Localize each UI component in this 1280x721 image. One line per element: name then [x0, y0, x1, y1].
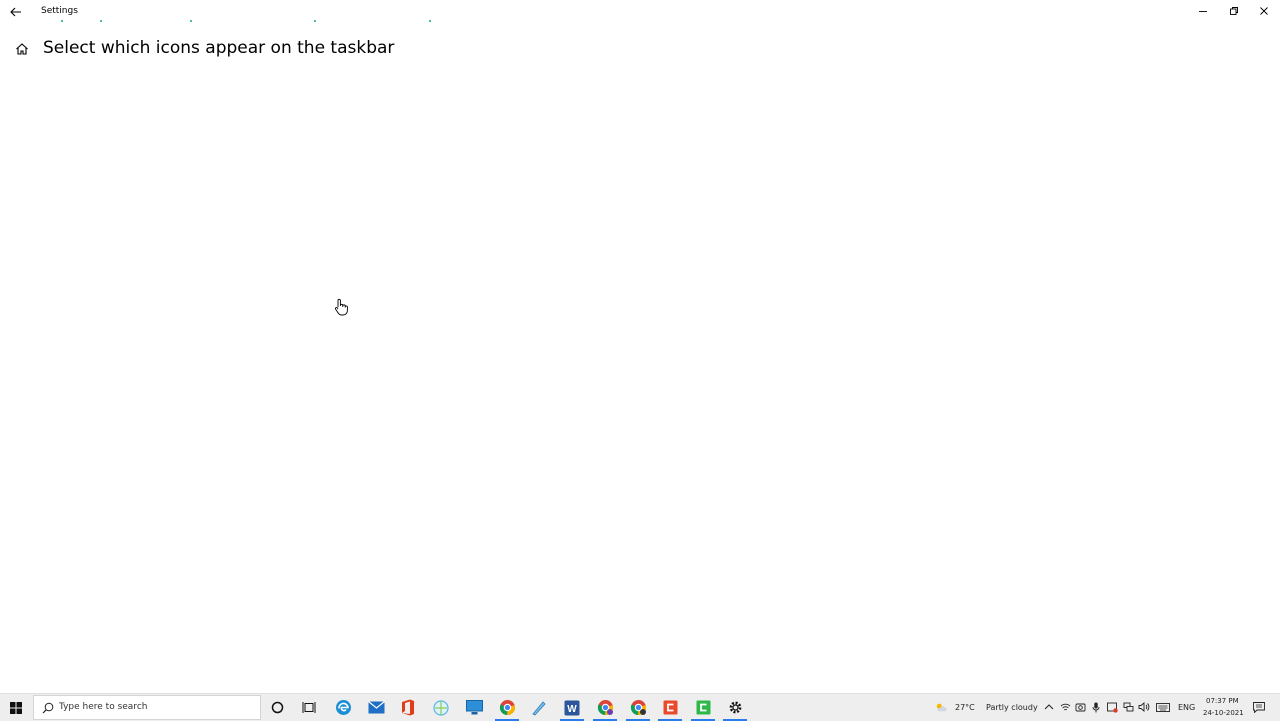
clock-date[interactable]: 24-10-2021	[1203, 709, 1244, 717]
mail-icon	[367, 701, 385, 714]
task-view-icon	[302, 702, 316, 713]
task-view-button[interactable]	[296, 696, 322, 719]
cortana-icon	[271, 701, 283, 714]
ethernet-tray-button[interactable]	[1122, 701, 1134, 713]
page-header: Select which icons appear on the taskbar	[0, 34, 800, 64]
home-icon	[16, 43, 28, 55]
browser-icon	[433, 699, 449, 716]
shield-warning-icon	[1106, 702, 1118, 713]
remote-desktop-button[interactable]	[461, 696, 487, 719]
settings-button[interactable]	[722, 696, 748, 721]
back-arrow-icon	[10, 7, 21, 17]
restore-button[interactable]	[1219, 0, 1249, 22]
taskbar-search-box[interactable]: Type here to search	[33, 695, 261, 720]
close-button[interactable]	[1249, 0, 1279, 22]
camera-icon	[1075, 703, 1085, 712]
taskbar: Type here to search W 27°C Partly cloudy…	[0, 693, 1280, 721]
remote-desktop-icon	[465, 700, 483, 715]
chrome-icon	[499, 700, 515, 716]
partly-cloudy-icon	[936, 703, 947, 712]
app-red-button[interactable]	[657, 696, 683, 721]
weather-button[interactable]	[935, 701, 947, 713]
restore-icon	[1230, 7, 1238, 15]
keyboard-icon	[1156, 702, 1170, 712]
settings-gear-icon	[729, 701, 741, 714]
chevron-up-icon	[1044, 704, 1054, 710]
show-hidden-icons-button[interactable]	[1043, 701, 1055, 713]
weather-temperature[interactable]: 27°C	[955, 703, 975, 712]
office-button[interactable]	[395, 696, 421, 719]
app-red-icon	[663, 700, 677, 715]
chrome-profile-2-button[interactable]	[625, 696, 651, 721]
weather-description[interactable]: Partly cloudy	[986, 703, 1038, 712]
home-button[interactable]	[14, 41, 30, 57]
chrome-button[interactable]	[494, 696, 520, 721]
edge-icon	[335, 700, 351, 715]
touch-keyboard-button[interactable]	[1156, 701, 1170, 713]
browser-button[interactable]	[428, 696, 454, 719]
app-green-icon	[696, 700, 710, 715]
search-placeholder: Type here to search	[59, 702, 148, 712]
mail-button[interactable]	[363, 696, 389, 719]
app-tray-button[interactable]	[1074, 701, 1086, 713]
input-language[interactable]: ENG	[1178, 703, 1195, 712]
loading-dot	[61, 20, 63, 22]
notification-icon	[1253, 701, 1265, 713]
action-center-button[interactable]	[1252, 701, 1266, 713]
office-icon	[402, 699, 414, 716]
title-bar: Settings	[0, 0, 1280, 24]
app-icon	[532, 700, 546, 715]
edge-button[interactable]	[330, 696, 356, 719]
wifi-icon	[1060, 703, 1070, 711]
close-icon	[1260, 7, 1268, 15]
loading-dot	[100, 20, 102, 22]
loading-dot	[314, 20, 316, 22]
loading-dot	[429, 20, 431, 22]
search-icon	[42, 702, 54, 714]
minimize-icon	[1199, 11, 1207, 12]
chrome-profile-button[interactable]	[592, 696, 618, 721]
minimize-button[interactable]	[1188, 0, 1218, 22]
start-button[interactable]	[0, 694, 32, 721]
page-title: Select which icons appear on the taskbar	[43, 38, 395, 58]
svg-text:W: W	[567, 704, 577, 715]
chrome-profile-icon	[597, 700, 613, 716]
microphone-tray-button[interactable]	[1090, 701, 1102, 713]
loading-dot	[190, 20, 192, 22]
windows-logo-icon	[10, 701, 22, 714]
window-title: Settings	[41, 6, 78, 16]
clock-time[interactable]: 07:37 PM	[1206, 697, 1239, 705]
app-button[interactable]	[526, 696, 552, 719]
cortana-button[interactable]	[264, 696, 290, 719]
back-button[interactable]	[6, 3, 26, 21]
network-tray-button[interactable]	[1059, 701, 1071, 713]
security-tray-button[interactable]	[1106, 701, 1118, 713]
word-button[interactable]: W	[559, 696, 585, 721]
hand-cursor-icon	[335, 298, 348, 316]
word-icon: W	[564, 700, 580, 715]
speaker-icon	[1138, 702, 1150, 712]
chrome-profile-2-icon	[630, 700, 646, 716]
network-icon	[1123, 702, 1133, 712]
volume-tray-button[interactable]	[1138, 701, 1150, 713]
microphone-icon	[1092, 702, 1100, 712]
app-green-button[interactable]	[690, 696, 716, 721]
